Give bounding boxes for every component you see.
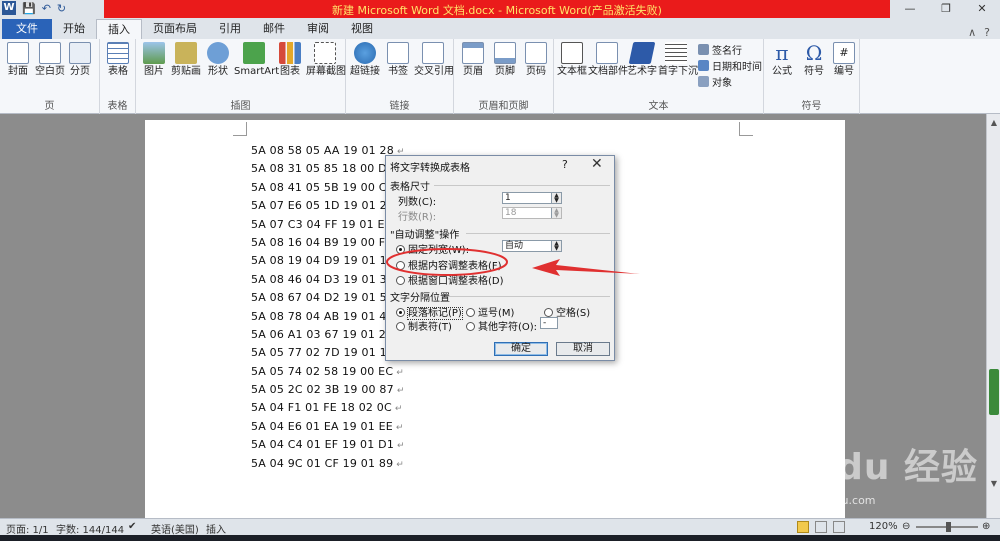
pointer-arrow-icon bbox=[532, 259, 640, 276]
word-window: W 💾 ↶ ↻ 新建 Microsoft Word 文档.docx - Micr… bbox=[0, 0, 1000, 541]
watermark-url: jingyan.baidu.com bbox=[774, 494, 876, 507]
baidu-watermark: Baidu 经验 jingyan.baidu.com bbox=[770, 438, 980, 518]
highlight-ellipse bbox=[386, 248, 508, 276]
watermark-logo: Baidu 经验 bbox=[770, 447, 979, 488]
